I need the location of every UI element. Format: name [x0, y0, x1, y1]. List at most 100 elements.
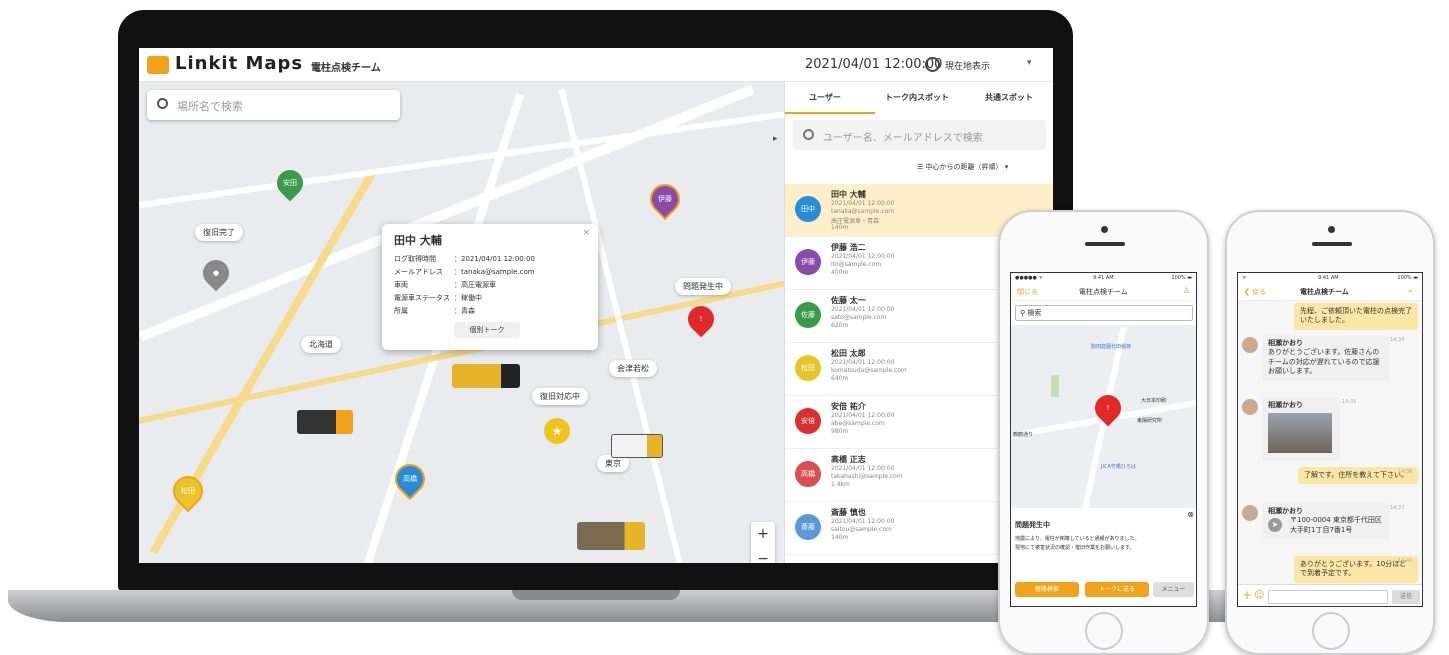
- laptop-notch: [512, 590, 680, 600]
- sheet-text: 地震により、電柱が倒壊していると通報がありました。: [1015, 536, 1140, 542]
- speaker-icon: [1085, 242, 1125, 246]
- tab-underline: [785, 112, 875, 114]
- search-icon: [803, 129, 814, 140]
- truck-icon[interactable]: [452, 364, 520, 388]
- status-bar: ●●●●● ᯤ 9:41 AM 100% ▬: [1015, 275, 1192, 281]
- phone-map: ●●●●● ᯤ 9:41 AM 100% ▬ 閉じる 電柱点検チーム ♙ ⚲ 検…: [998, 210, 1209, 655]
- star-icon[interactable]: ★: [544, 418, 570, 444]
- avatar: 伊藤: [795, 249, 821, 275]
- message-bubble: 相瀬かおり ありがとうございます。佐藤さんのチームの対応が遅れているので応援お願い…: [1262, 335, 1390, 381]
- tab-common-spots[interactable]: 共通スポット: [985, 92, 1033, 103]
- close-button[interactable]: 閉じる: [1017, 287, 1038, 297]
- app-header: Linkit Maps 電柱点検チーム 2021/04/01 12:00:00 …: [139, 48, 1053, 82]
- camera-icon: [1328, 226, 1335, 233]
- nav-title: 電柱点検チーム: [1300, 288, 1349, 296]
- zoom-in-button[interactable]: +: [751, 522, 775, 547]
- sheet-title: 問題発生中: [1015, 521, 1050, 529]
- camera-icon: [1101, 226, 1108, 233]
- phone-map-screen: ●●●●● ᯤ 9:41 AM 100% ▬ 閉じる 電柱点検チーム ♙ ⚲ 検…: [1010, 272, 1197, 607]
- popup-row: 所属 ：青森: [394, 307, 475, 315]
- current-location-icon[interactable]: [925, 57, 940, 72]
- map-pin-takahashi[interactable]: 高橋: [391, 460, 429, 498]
- current-location-button[interactable]: 現在地表示: [945, 59, 990, 72]
- popup-row: 電源車ステータス ：稼働中: [394, 294, 482, 302]
- home-button[interactable]: [1312, 612, 1350, 650]
- truck-icon[interactable]: [611, 434, 663, 458]
- map-label-fukkyu-taio: 復旧対応中: [532, 388, 588, 405]
- plus-icon[interactable]: +: [1242, 588, 1252, 602]
- map-pin-complete[interactable]: ●: [197, 254, 235, 292]
- avatar: 高橋: [795, 461, 821, 487]
- avatar: [1242, 505, 1258, 521]
- map-search-box[interactable]: 場所名で検索: [147, 90, 400, 120]
- avatar: 田中: [795, 196, 821, 222]
- laptop-screen: Linkit Maps 電柱点検チーム 2021/04/01 12:00:00 …: [139, 48, 1053, 563]
- map-pin-ito[interactable]: 伊藤: [646, 180, 684, 218]
- message-bubble: 先程、ご依頼頂いた電柱の点検完了いたしました。: [1294, 303, 1418, 330]
- location-arrow-icon: ➤: [1268, 518, 1282, 533]
- map-label-hokkaido: 北海道: [301, 336, 341, 353]
- problem-pin-icon[interactable]: !: [1089, 389, 1127, 427]
- avatar: [1242, 399, 1258, 415]
- tab-talk-spots[interactable]: トーク内スポット: [885, 92, 949, 103]
- avatar: 安倍: [795, 408, 821, 434]
- map-pin-problem[interactable]: !: [682, 300, 720, 338]
- route-search-button[interactable]: 経路検索: [1015, 582, 1079, 597]
- popup-user-name: 田中 大輔: [394, 234, 442, 247]
- zoom-control[interactable]: + −: [751, 522, 775, 563]
- send-to-talk-button[interactable]: トークに送る: [1085, 582, 1149, 597]
- avatar: 斎藤: [795, 514, 821, 540]
- close-icon[interactable]: ⊗: [1187, 510, 1194, 519]
- map-label-mondai: 問題発生中: [675, 278, 731, 295]
- sort-dropdown[interactable]: ☰ 中心からの距離（昇順） ▾: [917, 162, 1008, 172]
- chevron-down-icon[interactable]: ⌄: [1406, 285, 1414, 295]
- user-search-placeholder: ユーザー名、メールアドレスで検索: [823, 133, 983, 144]
- map-search-placeholder: 場所名で検索: [177, 100, 243, 113]
- phone-map-area[interactable]: 駒田庭園北田稲荷 大日本印刷 東陽研究所 JICA竹橋ひろば 鶴鶴通り !: [1011, 325, 1196, 514]
- message-input[interactable]: [1268, 590, 1388, 604]
- logo-icon: [147, 56, 169, 74]
- truck-icon[interactable]: [297, 410, 353, 434]
- home-button[interactable]: [1085, 612, 1123, 650]
- team-name: 電柱点検チーム: [311, 63, 381, 74]
- nav-title: 電柱点検チーム: [1079, 288, 1128, 296]
- map-area[interactable]: 場所名で検索 復旧完了 北海道 会津若松 復旧対応中 東京 問題発生中 安田 伊…: [139, 82, 784, 563]
- datetime: 2021/04/01 12:00:00: [805, 57, 943, 72]
- address-message[interactable]: 相瀬かおり ➤ 〒100-0004 東京都千代田区 大手町1丁目7番1号: [1262, 503, 1390, 540]
- zoom-out-button[interactable]: −: [751, 547, 775, 563]
- send-button[interactable]: 送信: [1392, 590, 1420, 604]
- map-pin-yasuda[interactable]: 安田: [271, 164, 309, 202]
- phone-chat-screen: ᯤ 9:41 AM 100% ▬ ❮ 戻る 電柱点検チーム ⌄ 先程、ご依頼頂い…: [1237, 272, 1423, 607]
- truck-icon[interactable]: [577, 522, 645, 550]
- nav-bar: ❮ 戻る 電柱点検チーム ⌄: [1238, 283, 1422, 301]
- close-icon[interactable]: ×: [582, 228, 590, 238]
- nav-bar: 閉じる 電柱点検チーム ♙: [1011, 283, 1196, 301]
- input-bar: + ☺ 送信: [1238, 584, 1422, 606]
- app-logo: Linkit Maps: [175, 53, 304, 74]
- popup-row: 車両 ：高圧電源車: [394, 281, 496, 289]
- back-button[interactable]: ❮ 戻る: [1244, 287, 1266, 297]
- sheet-text: 現地にて被害状況の確認・復旧作業をお願いします。: [1015, 545, 1135, 551]
- user-info-popup: 田中 大輔 × ログ取得時間 ：2021/04/01 12:00:00 メールアド…: [382, 224, 598, 350]
- individual-talk-button[interactable]: 個別トーク: [454, 322, 520, 338]
- avatar: 佐藤: [795, 302, 821, 328]
- phone-search-input[interactable]: ⚲ 検索: [1015, 305, 1193, 321]
- map-label-fukkyu-kanryo: 復旧完了: [195, 224, 243, 241]
- chevron-down-icon[interactable]: ▾: [1027, 58, 1032, 68]
- map-label-aizu: 会津若松: [609, 360, 657, 377]
- map-pin-matsuda[interactable]: 松田: [169, 472, 207, 510]
- search-icon: [157, 98, 168, 109]
- tab-users[interactable]: ユーザー: [809, 92, 841, 103]
- user-search-input[interactable]: ユーザー名、メールアドレスで検索: [793, 120, 1046, 150]
- phone-chat: ᯤ 9:41 AM 100% ▬ ❮ 戻る 電柱点検チーム ⌄ 先程、ご依頼頂い…: [1225, 210, 1435, 655]
- photo-message[interactable]: 相瀬かおり: [1262, 397, 1340, 461]
- emoji-icon[interactable]: ☺: [1254, 590, 1264, 601]
- popup-row: ログ取得時間 ：2021/04/01 12:00:00: [394, 255, 536, 263]
- avatar: [1242, 337, 1258, 353]
- photo-image[interactable]: [1268, 413, 1332, 454]
- user-icon[interactable]: ♙: [1183, 286, 1190, 295]
- menu-button[interactable]: メニュー: [1153, 582, 1194, 597]
- collapse-panel-icon[interactable]: ▸: [773, 134, 778, 144]
- status-bar: ᯤ 9:41 AM 100% ▬: [1242, 275, 1418, 281]
- bottom-sheet: ⊗ 問題発生中 地震により、電柱が倒壊していると通報がありました。 現地にて被害…: [1011, 508, 1196, 606]
